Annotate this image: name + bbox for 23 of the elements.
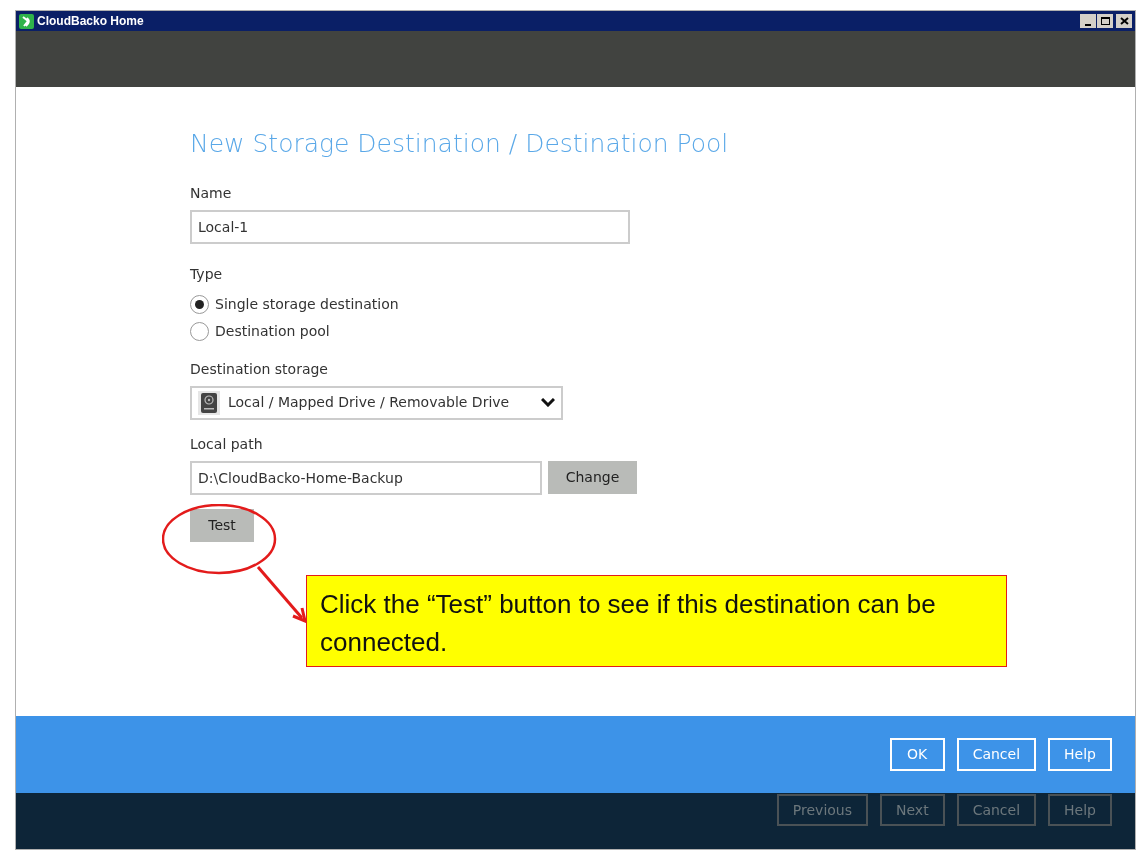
radio-button[interactable] <box>190 294 209 314</box>
radio-button[interactable] <box>190 321 209 341</box>
type-label: Type <box>190 264 224 284</box>
destination-storage-dropdown[interactable]: Local / Mapped Drive / Removable Drive <box>190 385 563 420</box>
change-button[interactable]: Change <box>548 461 637 494</box>
form-title: New Storage Destination / Destination Pool <box>190 128 730 160</box>
window-title: CloudBacko Home <box>37 13 144 30</box>
radio-option[interactable]: Single storage destination <box>190 290 1135 318</box>
test-button[interactable]: Test <box>190 508 254 542</box>
radio-option[interactable]: Destination pool <box>190 317 1135 345</box>
minimize-button[interactable] <box>1080 14 1096 28</box>
local-path-label: Local path <box>190 434 264 454</box>
destination-storage-label: Destination storage <box>190 359 329 379</box>
name-label: Name <box>190 183 233 203</box>
hard-drive-icon <box>198 390 220 415</box>
callout-note: Click the “Test” button to see if this destination can be connected. <box>306 575 1007 667</box>
close-button[interactable] <box>1116 14 1132 28</box>
local-path-field[interactable]: D:\CloudBacko-Home-Backup <box>190 460 542 495</box>
caret-icon <box>541 398 555 407</box>
maximize-button[interactable] <box>1097 14 1113 28</box>
app-logo-icon <box>19 13 34 29</box>
name-field[interactable]: Local-1 <box>190 209 630 244</box>
close-icon <box>1119 17 1129 25</box>
